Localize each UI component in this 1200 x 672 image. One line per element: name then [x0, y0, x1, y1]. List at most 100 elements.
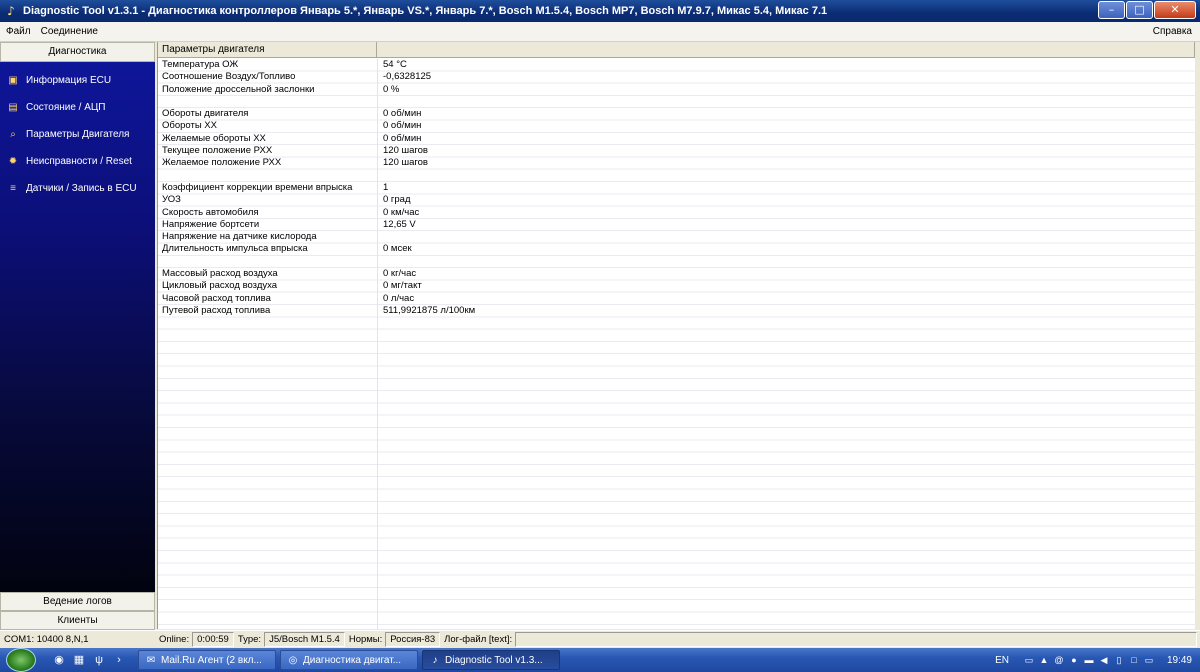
- table-row[interactable]: Текущее положение РХХ 120 шагов: [158, 145, 1195, 157]
- param-name: Текущее положение РХХ: [162, 145, 273, 157]
- taskbar: ◉ ▦ ψ › ✉ Mail.Ru Агент (2 вкл... ◎ Диаг…: [0, 648, 1200, 672]
- param-name: [158, 256, 377, 268]
- minimize-button[interactable]: –: [1098, 1, 1125, 19]
- sensor-icon: ≡: [10, 182, 16, 194]
- table-row[interactable]: Скорость автомобиля 0 км/час: [158, 207, 1195, 219]
- param-value: [377, 96, 1195, 108]
- utorrent-icon[interactable]: ◉: [52, 653, 66, 667]
- table-row[interactable]: Путевой расход топлива 511,9921875 л/100к…: [158, 305, 1195, 317]
- network-icon[interactable]: ▭: [1024, 655, 1034, 665]
- table-row[interactable]: Температура ОЖ 54 °С: [158, 59, 1195, 71]
- param-name: Обороты двигателя: [162, 108, 249, 120]
- sidebar-item-label: Состояние / АЦП: [26, 102, 106, 113]
- table-row[interactable]: УОЗ 0 град: [158, 194, 1195, 206]
- window-title: Diagnostic Tool v1.3.1 - Диагностика кон…: [23, 5, 828, 17]
- sidebar-nav-panel: ▣ Информация ECU ▤ Состояние / АЦП ⌕ Пар…: [0, 62, 155, 592]
- column-header-value[interactable]: [377, 42, 1195, 57]
- task-diagnostic-tool[interactable]: ♪ Diagnostic Tool v1.3...: [422, 650, 560, 670]
- menu-bar: Файл Соединение Справка: [0, 22, 1200, 42]
- display-icon[interactable]: □: [1129, 655, 1139, 665]
- clock: 19:49: [1166, 654, 1192, 666]
- sidebar-item-state-adc[interactable]: ▤ Состояние / АЦП: [0, 94, 155, 121]
- sidebar-item-sensors-write[interactable]: ≡ Датчики / Запись в ECU: [0, 175, 155, 202]
- table-row[interactable]: Массовый расход воздуха 0 кг/час: [158, 268, 1195, 280]
- sidebar-item-label: Датчики / Запись в ECU: [26, 183, 137, 194]
- menu-connection[interactable]: Соединение: [35, 26, 102, 37]
- param-value: [377, 170, 1195, 182]
- logging-button[interactable]: Ведение логов: [0, 592, 155, 611]
- param-value: 0 мг/такт: [383, 280, 422, 292]
- task-label: Mail.Ru Агент (2 вкл...: [161, 654, 262, 666]
- volume-icon[interactable]: ◀: [1099, 655, 1109, 665]
- battery-icon[interactable]: ▯: [1114, 655, 1124, 665]
- table-row[interactable]: [158, 96, 1195, 108]
- table-row[interactable]: Желаемые обороты ХХ 0 об/мин: [158, 133, 1195, 145]
- task-mail-agent[interactable]: ✉ Mail.Ru Агент (2 вкл...: [138, 650, 276, 670]
- norms-label: Нормы:: [348, 634, 383, 645]
- table-body: Температура ОЖ 54 °С Соотношение Воздух/То…: [158, 59, 1195, 629]
- menu-file[interactable]: Файл: [0, 26, 35, 37]
- chevron-right-icon[interactable]: ›: [112, 653, 126, 667]
- mail-icon[interactable]: @: [1054, 655, 1064, 665]
- bird-icon[interactable]: ψ: [92, 653, 106, 667]
- close-button[interactable]: ✕: [1154, 1, 1196, 19]
- menu-help[interactable]: Справка: [1153, 26, 1192, 37]
- column-header-params[interactable]: Параметры двигателя: [158, 42, 377, 57]
- table-row[interactable]: Длительность импульса впрыска 0 мсек: [158, 243, 1195, 255]
- param-name: Напряжение на датчике кислорода: [162, 231, 317, 243]
- status-icon[interactable]: ●: [1069, 655, 1079, 665]
- engine-params-table: Параметры двигателя Температура ОЖ 54 °С С…: [157, 42, 1195, 629]
- param-value: 0 кг/час: [383, 268, 417, 280]
- norms-value: Россия-83: [385, 632, 441, 647]
- param-value: 0 град: [383, 194, 411, 206]
- sidebar-item-label: Неисправности / Reset: [26, 156, 132, 167]
- table-row[interactable]: Желаемое положение РХХ 120 шагов: [158, 157, 1195, 169]
- table-row[interactable]: Соотношение Воздух/Топливо -0,6328125: [158, 71, 1195, 83]
- table-row[interactable]: Положение дроссельной заслонки 0 %: [158, 84, 1195, 96]
- folder-icon[interactable]: ▦: [72, 653, 86, 667]
- task-label: Diagnostic Tool v1.3...: [445, 654, 543, 666]
- language-indicator[interactable]: EN: [995, 655, 1009, 666]
- status-bar: COM1: 10400 8,N,1 Online: 0:00:59 Type: …: [0, 630, 1200, 648]
- param-value: 120 шагов: [383, 145, 428, 157]
- table-row[interactable]: Напряжение на датчике кислорода: [158, 231, 1195, 243]
- table-row[interactable]: Обороты ХХ 0 об/мин: [158, 120, 1195, 132]
- flag-icon[interactable]: ▬: [1084, 655, 1094, 665]
- param-value: -0,6328125: [383, 71, 432, 83]
- sidebar-item-faults-reset[interactable]: ✹ Неисправности / Reset: [0, 148, 155, 175]
- sidebar-header-diagnostics[interactable]: Диагностика: [0, 42, 155, 62]
- browser-icon: ◎: [288, 654, 298, 666]
- param-name: Массовый расход воздуха: [162, 268, 278, 280]
- start-button[interactable]: [6, 648, 36, 672]
- app-icon: ♪: [7, 4, 15, 18]
- sidebar: Диагностика ▣ Информация ECU ▤ Состояние…: [0, 42, 155, 630]
- app-icon: ♪: [432, 654, 438, 666]
- table-row[interactable]: Цикловый расход воздуха 0 мг/такт: [158, 280, 1195, 292]
- param-value: 0 %: [383, 83, 400, 95]
- monitor-icon[interactable]: ▭: [1144, 655, 1154, 665]
- table-row[interactable]: Напряжение бортсети 12,65 V: [158, 219, 1195, 231]
- maximize-button[interactable]: □: [1126, 1, 1153, 19]
- system-tray: EN ▭ ▲ @ ● ▬ ◀ ▯ □ ▭ 19:49: [987, 648, 1200, 672]
- table-row[interactable]: Часовой расход топлива 0 л/час: [158, 293, 1195, 305]
- param-name: Длительность импульса впрыска: [162, 243, 308, 255]
- log-value: [515, 632, 1197, 647]
- table-row[interactable]: Обороты двигателя 0 об/мин: [158, 108, 1195, 120]
- type-value: J5/Bosch M1.5.4: [264, 632, 345, 647]
- table-row[interactable]: [158, 256, 1195, 268]
- param-name: Соотношение Воздух/Топливо: [162, 71, 296, 83]
- table-row[interactable]: Коэффициент коррекции времени впрыска 1: [158, 182, 1195, 194]
- param-value: 0 об/мин: [383, 132, 422, 144]
- param-name: Температура ОЖ: [162, 59, 239, 70]
- table-row[interactable]: [158, 170, 1195, 182]
- clients-button[interactable]: Клиенты: [0, 611, 155, 630]
- param-name: Часовой расход топлива: [162, 292, 271, 304]
- sidebar-item-ecu-info[interactable]: ▣ Информация ECU: [0, 67, 155, 94]
- window-controls: – □ ✕: [1098, 1, 1196, 19]
- gauge-icon: ▤: [8, 101, 18, 113]
- log-label: Лог-файл [text]:: [444, 634, 513, 645]
- param-value: [377, 256, 1195, 268]
- task-browser[interactable]: ◎ Диагностика двигат...: [280, 650, 418, 670]
- warning-icon[interactable]: ▲: [1039, 655, 1049, 665]
- sidebar-item-engine-params[interactable]: ⌕ Параметры Двигателя: [0, 121, 155, 148]
